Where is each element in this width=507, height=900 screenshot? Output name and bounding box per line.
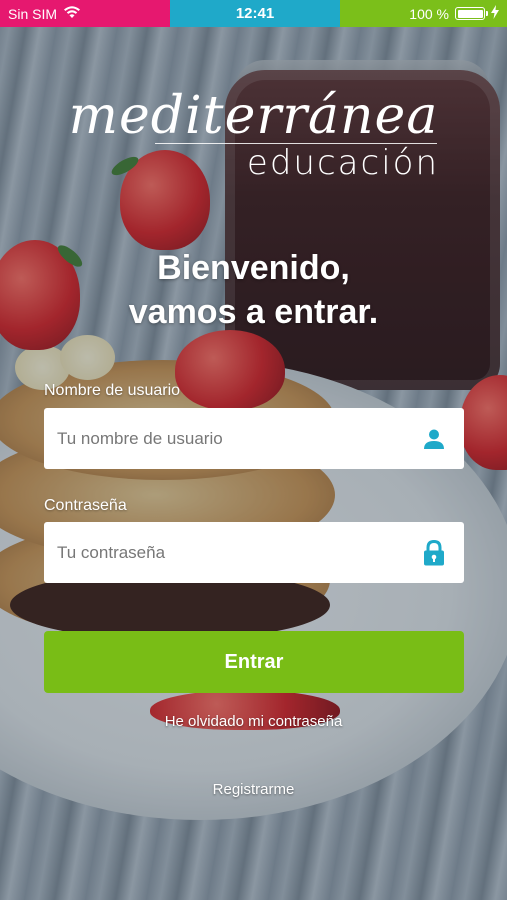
wifi-icon [63, 5, 81, 22]
battery-text: 100 % [409, 5, 449, 22]
welcome-heading: Bienvenido, vamos a entrar. [0, 246, 507, 334]
username-field[interactable] [44, 407, 464, 470]
password-input[interactable] [44, 521, 420, 584]
lock-icon [420, 539, 448, 567]
username-label: Nombre de usuario [44, 382, 181, 399]
welcome-line-2: vamos a entrar. [128, 293, 379, 331]
status-right: 100 % [340, 0, 507, 27]
status-left: Sin SIM [0, 0, 170, 27]
password-label: Contraseña [44, 497, 127, 514]
user-icon [420, 425, 448, 453]
status-bar: Sin SIM 12:41 100 % [0, 0, 507, 27]
username-input[interactable] [44, 407, 420, 470]
welcome-line-1: Bienvenido, [157, 249, 350, 287]
battery-icon [455, 7, 488, 20]
logo-subtitle: educación [246, 143, 439, 183]
carrier-text: Sin SIM [8, 5, 58, 22]
register-link[interactable]: Registrarme [0, 781, 507, 798]
status-time: 12:41 [170, 0, 340, 27]
login-button[interactable]: Entrar [44, 631, 464, 693]
logo-wordmark: mediterránea [68, 86, 439, 146]
forgot-password-link[interactable]: He olvidado mi contraseña [0, 713, 507, 730]
brand-logo: mediterránea [0, 88, 507, 144]
password-field[interactable] [44, 521, 464, 584]
charging-bolt-icon [491, 5, 499, 22]
